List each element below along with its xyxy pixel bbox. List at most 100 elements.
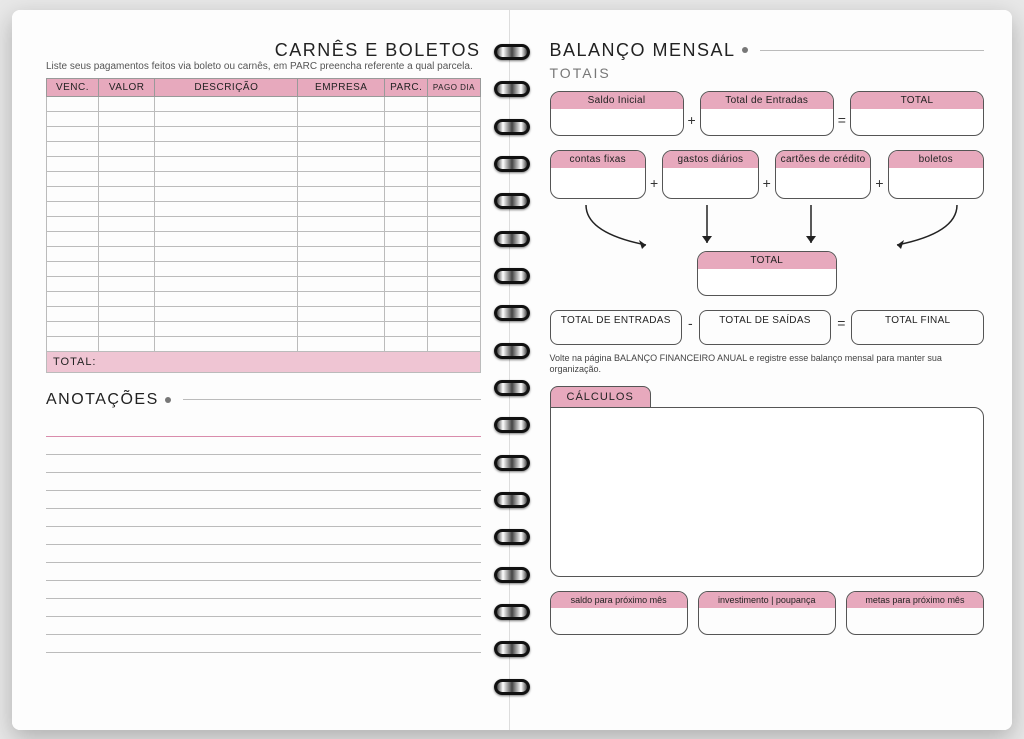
col-empresa: EMPRESA — [298, 78, 385, 96]
box-total[interactable]: TOTAL — [850, 91, 984, 136]
notebook: CARNÊS E BOLETOS Liste seus pagamentos f… — [12, 10, 1012, 730]
calc-tab: CÁLCULOS — [550, 386, 651, 407]
bullet-icon — [742, 47, 748, 53]
arrow-down-icon — [689, 203, 729, 253]
notes-title-text: ANOTAÇÕES — [46, 391, 159, 409]
table-row[interactable] — [47, 321, 481, 336]
label-saldo-inicial: Saldo Inicial — [551, 92, 683, 109]
equals-icon: = — [837, 315, 845, 345]
label-cartoes: cartões de crédito — [776, 151, 870, 168]
arrow-down-icon — [793, 203, 833, 253]
bills-title: CARNÊS E BOLETOS — [46, 40, 481, 61]
col-descricao: DESCRIÇÃO — [155, 78, 298, 96]
table-row[interactable] — [47, 201, 481, 216]
label-total-entradas: Total de Entradas — [701, 92, 833, 109]
box-saldo-inicial[interactable]: Saldo Inicial — [550, 91, 684, 136]
box-saldo-prox[interactable]: saldo para próximo mês — [550, 591, 688, 635]
ring-icon — [494, 231, 530, 247]
expenses-total-row: TOTAL — [550, 251, 985, 296]
table-row[interactable] — [47, 126, 481, 141]
bullet-icon — [165, 397, 171, 403]
calc-section: CÁLCULOS — [550, 386, 985, 577]
balance-subtitle: TOTAIS — [550, 65, 985, 81]
ring-icon — [494, 268, 530, 284]
box-final-entradas[interactable]: TOTAL DE ENTRADAS — [550, 310, 683, 345]
table-row[interactable] — [47, 336, 481, 351]
bills-tbody — [47, 96, 481, 351]
ring-icon — [494, 492, 530, 508]
col-venc: VENC. — [47, 78, 99, 96]
balance-title: BALANÇO MENSAL — [550, 40, 985, 61]
table-row[interactable] — [47, 246, 481, 261]
table-row[interactable] — [47, 186, 481, 201]
plus-icon: + — [650, 175, 658, 199]
ring-icon — [494, 641, 530, 657]
box-total-final[interactable]: TOTAL FINAL — [851, 310, 984, 345]
minus-icon: - — [688, 315, 693, 345]
table-row[interactable] — [47, 141, 481, 156]
label-saldo-prox: saldo para próximo mês — [551, 592, 687, 608]
col-pago-dia: PAGO DIA — [428, 78, 480, 96]
label-metas: metas para próximo mês — [847, 592, 983, 608]
final-row: TOTAL DE ENTRADAS - TOTAL DE SAÍDAS = TO… — [550, 310, 985, 345]
ring-icon — [494, 679, 530, 695]
col-valor: VALOR — [99, 78, 155, 96]
table-row[interactable] — [47, 216, 481, 231]
table-row[interactable] — [47, 111, 481, 126]
expenses-row: contas fixas + gastos diários + cartões … — [550, 150, 985, 199]
ring-icon — [494, 417, 530, 433]
table-row[interactable] — [47, 261, 481, 276]
calc-box[interactable] — [550, 407, 985, 577]
ring-icon — [494, 81, 530, 97]
box-final-saidas[interactable]: TOTAL DE SAÍDAS — [699, 310, 832, 345]
ring-icon — [494, 567, 530, 583]
ring-icon — [494, 604, 530, 620]
bills-subtitle: Liste seus pagamentos feitos via boleto … — [46, 61, 481, 72]
instruction-note: Volte na página BALANÇO FINANCEIRO ANUAL… — [550, 353, 985, 376]
box-investimento[interactable]: investimento | poupança — [698, 591, 836, 635]
box-expenses-total[interactable]: TOTAL — [697, 251, 837, 296]
label-boletos: boletos — [889, 151, 983, 168]
table-row[interactable] — [47, 96, 481, 111]
arrow-down-icon — [887, 203, 967, 253]
balance-title-text: BALANÇO MENSAL — [550, 40, 736, 61]
box-cartoes[interactable]: cartões de crédito — [775, 150, 871, 199]
ring-icon — [494, 305, 530, 321]
notes-title: ANOTAÇÕES — [46, 391, 481, 409]
notes-lines[interactable] — [46, 419, 481, 653]
bills-total-label: TOTAL: — [46, 352, 481, 373]
table-row[interactable] — [47, 156, 481, 171]
left-page: CARNÊS E BOLETOS Liste seus pagamentos f… — [12, 10, 510, 730]
box-contas-fixas[interactable]: contas fixas — [550, 150, 646, 199]
box-metas[interactable]: metas para próximo mês — [846, 591, 984, 635]
box-gastos-diarios[interactable]: gastos diários — [662, 150, 758, 199]
ring-icon — [494, 119, 530, 135]
table-row[interactable] — [47, 171, 481, 186]
label-contas-fixas: contas fixas — [551, 151, 645, 168]
table-row[interactable] — [47, 231, 481, 246]
ring-icon — [494, 380, 530, 396]
entries-row: Saldo Inicial + Total de Entradas = TOTA… — [550, 91, 985, 136]
equals-icon: = — [838, 112, 846, 136]
plus-icon: + — [763, 175, 771, 199]
spiral-binding — [490, 10, 534, 730]
ring-icon — [494, 193, 530, 209]
table-row[interactable] — [47, 291, 481, 306]
table-row[interactable] — [47, 276, 481, 291]
plus-icon: + — [875, 175, 883, 199]
bills-table: VENC. VALOR DESCRIÇÃO EMPRESA PARC. PAGO… — [46, 78, 481, 352]
table-row[interactable] — [47, 306, 481, 321]
ring-icon — [494, 44, 530, 60]
box-total-entradas[interactable]: Total de Entradas — [700, 91, 834, 136]
box-boletos[interactable]: boletos — [888, 150, 984, 199]
label-gastos-diarios: gastos diários — [663, 151, 757, 168]
bottom-row: saldo para próximo mês investimento | po… — [550, 591, 985, 635]
arrows-group — [550, 203, 985, 253]
plus-icon: + — [688, 112, 696, 136]
ring-icon — [494, 343, 530, 359]
col-parc: PARC. — [385, 78, 428, 96]
ring-icon — [494, 156, 530, 172]
ring-icon — [494, 455, 530, 471]
label-total: TOTAL — [851, 92, 983, 109]
label-expenses-total: TOTAL — [698, 252, 836, 269]
